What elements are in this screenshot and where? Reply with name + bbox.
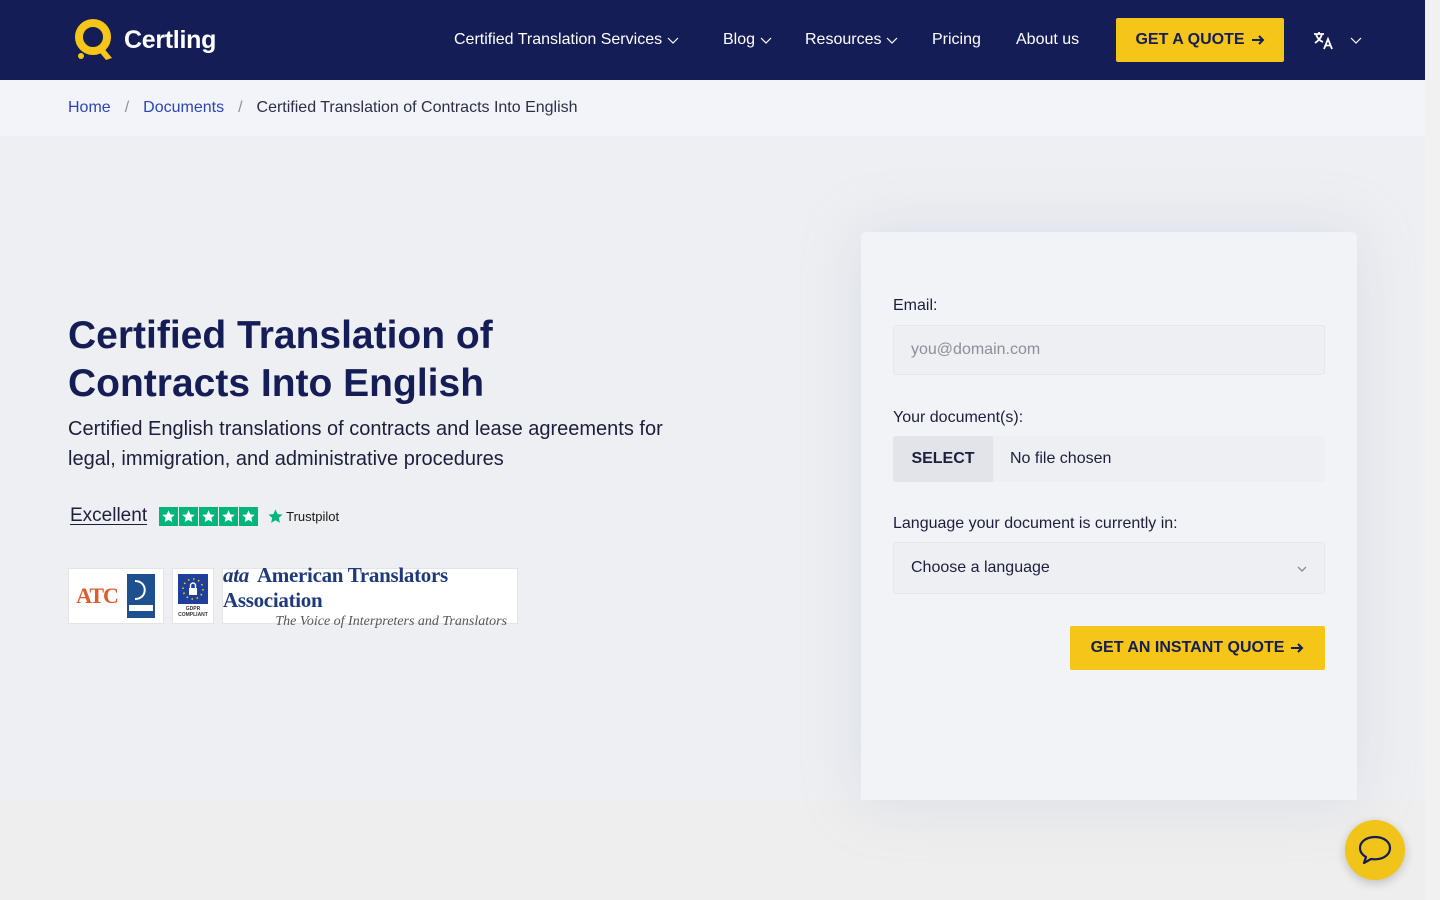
trustpilot-name: Trustpilot: [286, 508, 340, 524]
trustpilot-rating[interactable]: Excellent Trustpilot: [70, 503, 339, 529]
nav-label: Blog: [723, 31, 756, 48]
scrollbar[interactable]: [1425, 0, 1440, 900]
document-file-input[interactable]: SELECT No file chosen: [893, 436, 1325, 482]
quote-form: Email: Your document(s): SELECT No file …: [861, 232, 1357, 800]
chevron-down-icon: [1350, 37, 1362, 44]
atc-badge-label: ATC: [76, 583, 119, 608]
language-switcher[interactable]: [1312, 26, 1362, 54]
arrow-right-icon: [1291, 643, 1304, 653]
star-icon: [199, 506, 219, 526]
gdpr-label: GDPR COMPLIANT: [178, 606, 208, 618]
eu-lock-icon: [178, 574, 208, 604]
language-select-value: Choose a language: [911, 559, 1050, 576]
nav-certified-translation-services[interactable]: Certified Translation Services: [454, 0, 679, 80]
chevron-down-icon: [760, 37, 772, 44]
submit-label: GET AN INSTANT QUOTE: [1090, 639, 1285, 656]
breadcrumb-documents[interactable]: Documents: [143, 99, 224, 117]
euatc-logo-icon: [126, 574, 155, 618]
nav-about-us[interactable]: About us: [1016, 0, 1079, 80]
breadcrumb: Home / Documents / Certified Translation…: [0, 80, 1425, 136]
certling-logo-icon: [75, 19, 112, 60]
arrow-right-icon: [1251, 35, 1264, 45]
nav-pricing[interactable]: Pricing: [932, 0, 981, 80]
breadcrumb-separator: /: [238, 99, 243, 116]
star-icon: [219, 506, 239, 526]
get-a-quote-button[interactable]: GET A QUOTE: [1116, 18, 1284, 62]
page-subtitle: Certified English translations of contra…: [68, 418, 663, 470]
nav-blog[interactable]: Blog: [723, 0, 772, 80]
star-icon: [239, 506, 259, 526]
nav-label: Resources: [805, 31, 882, 48]
chevron-down-icon: [887, 37, 898, 44]
gdpr-badge: GDPR COMPLIANT: [172, 568, 214, 624]
get-a-quote-label: GET A QUOTE: [1135, 31, 1245, 48]
page-title: Certified Translation of Contracts Into …: [68, 314, 493, 405]
select-file-button[interactable]: SELECT: [893, 436, 993, 482]
ata-title: ata American Translators Association: [223, 563, 507, 613]
chevron-down-icon: [667, 37, 679, 44]
breadcrumb-separator: /: [124, 99, 130, 116]
atc-euatc-badge: ATC: [68, 568, 164, 624]
star-icon: [179, 506, 199, 526]
nav-label: About us: [1016, 31, 1080, 48]
file-status: No file chosen: [1010, 450, 1112, 467]
ata-name: American Translators Association: [223, 562, 448, 612]
language-select[interactable]: Choose a language: [893, 542, 1325, 594]
ata-badge: ata American Translators Association The …: [222, 563, 518, 629]
brand-name: Certling: [124, 25, 217, 54]
translate-icon: [1314, 32, 1333, 50]
breadcrumb-current: Certified Translation of Contracts Into …: [256, 99, 578, 116]
language-label: Language your document is currently in:: [893, 515, 1178, 532]
brand-logo[interactable]: Certling: [72, 18, 216, 62]
nav-label: Pricing: [932, 31, 981, 48]
star-icon: [159, 506, 179, 526]
ata-tagline: The Voice of Interpreters and Translator…: [275, 613, 507, 629]
email-field[interactable]: [893, 325, 1325, 375]
certification-badges: ATC GDPR COMPLIANT ata American Translato…: [68, 563, 526, 629]
chevron-down-icon: [1297, 566, 1307, 572]
documents-label: Your document(s):: [893, 409, 1024, 426]
breadcrumb-home[interactable]: Home: [68, 99, 111, 117]
email-label: Email:: [893, 297, 938, 314]
rating-stars: [159, 506, 259, 526]
nav-label: Certified Translation Services: [454, 31, 663, 48]
ata-abbr: ata: [223, 562, 249, 587]
nav-resources[interactable]: Resources: [805, 0, 898, 80]
site-header: Certling Certified Translation Services …: [0, 0, 1425, 80]
get-instant-quote-button[interactable]: GET AN INSTANT QUOTE: [1070, 626, 1325, 670]
chat-widget-button[interactable]: [1345, 820, 1405, 880]
chat-bubble-icon: [1358, 835, 1392, 865]
rating-word: Excellent: [70, 505, 148, 526]
trustpilot-logo: Trustpilot: [267, 508, 339, 525]
trustpilot-star-icon: [268, 508, 283, 523]
